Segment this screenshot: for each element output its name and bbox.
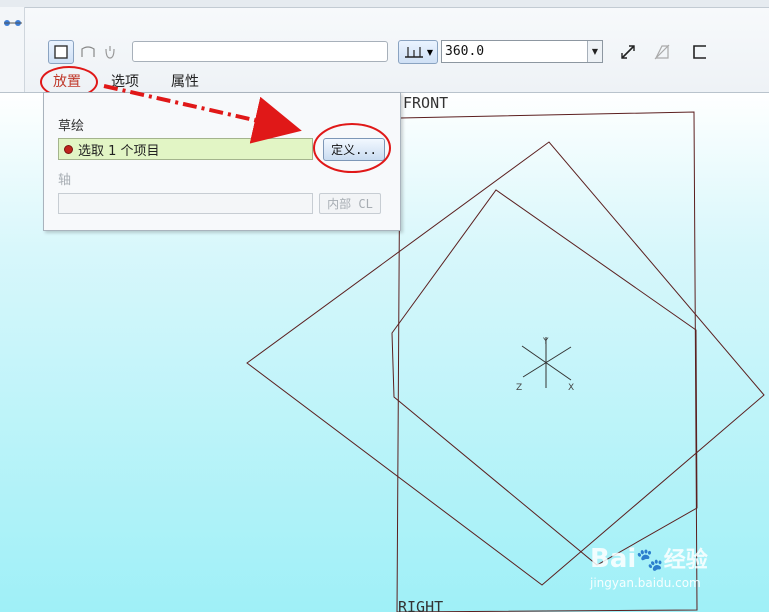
feature-name-field[interactable] <box>132 41 388 62</box>
define-button[interactable]: 定义... <box>323 138 385 161</box>
watermark-brand: Bai <box>590 544 637 574</box>
revolve-feature-icon[interactable] <box>2 15 24 31</box>
placement-panel: 草绘 选取 1 个项目 定义... 轴 内部 CL <box>43 92 401 231</box>
dashboard-toolbar: ▼ ▼ 放置 选项 属性 <box>0 0 769 98</box>
solid-icon <box>54 45 68 59</box>
inner-cl-button[interactable]: 内部 CL <box>319 193 381 214</box>
surface-icon <box>81 46 95 57</box>
chevron-down-icon: ▼ <box>591 47 599 56</box>
sketch-label: 草绘 <box>58 119 85 134</box>
required-dot-icon <box>64 144 73 154</box>
axis-label: 轴 <box>58 173 72 188</box>
thicken-sketch-button[interactable] <box>689 41 711 63</box>
sketch-collector[interactable]: 选取 1 个项目 <box>58 138 313 160</box>
surface-mode-button[interactable] <box>78 42 98 62</box>
watermark-url: jingyan.baidu.com <box>590 576 701 590</box>
tab-options[interactable]: 选项 <box>111 71 139 91</box>
tab-placement[interactable]: 放置 <box>53 71 81 91</box>
watermark: Bai🐾经验 jingyan.baidu.com <box>590 542 760 602</box>
axis-collector[interactable] <box>58 193 313 214</box>
csys-x-label: X <box>568 383 574 393</box>
thicken-icon <box>105 46 115 59</box>
tab-properties[interactable]: 属性 <box>171 71 199 91</box>
chevron-down-icon: ▼ <box>426 47 434 57</box>
csys-y-label: Y <box>542 337 549 347</box>
angle-input[interactable] <box>442 43 587 60</box>
left-sidebar <box>0 7 25 92</box>
flip-direction-button[interactable] <box>617 41 639 63</box>
remove-material-button[interactable] <box>651 41 673 63</box>
angle-dropdown-arrow[interactable]: ▼ <box>587 41 602 62</box>
right-plane-label: RIGHT <box>398 598 444 616</box>
paw-icon: 🐾 <box>636 548 664 573</box>
front-plane-label: FRONT <box>403 94 449 112</box>
thicken-sketch-icon <box>693 45 706 59</box>
csys-z-label: Z <box>516 383 522 393</box>
remove-material-icon <box>654 44 670 60</box>
angle-variable-icon <box>404 47 423 58</box>
solid-mode-button[interactable] <box>48 40 74 64</box>
top-strip <box>0 0 769 8</box>
flip-direction-icon <box>621 45 635 59</box>
top-plane <box>391 189 698 566</box>
angle-value-combobox[interactable]: ▼ <box>441 40 603 63</box>
watermark-brand-cn: 经验 <box>663 548 708 573</box>
angle-type-dropdown[interactable]: ▼ <box>398 40 438 64</box>
thicken-button[interactable] <box>100 42 120 62</box>
sketch-collector-text: 选取 1 个项目 <box>78 143 160 159</box>
